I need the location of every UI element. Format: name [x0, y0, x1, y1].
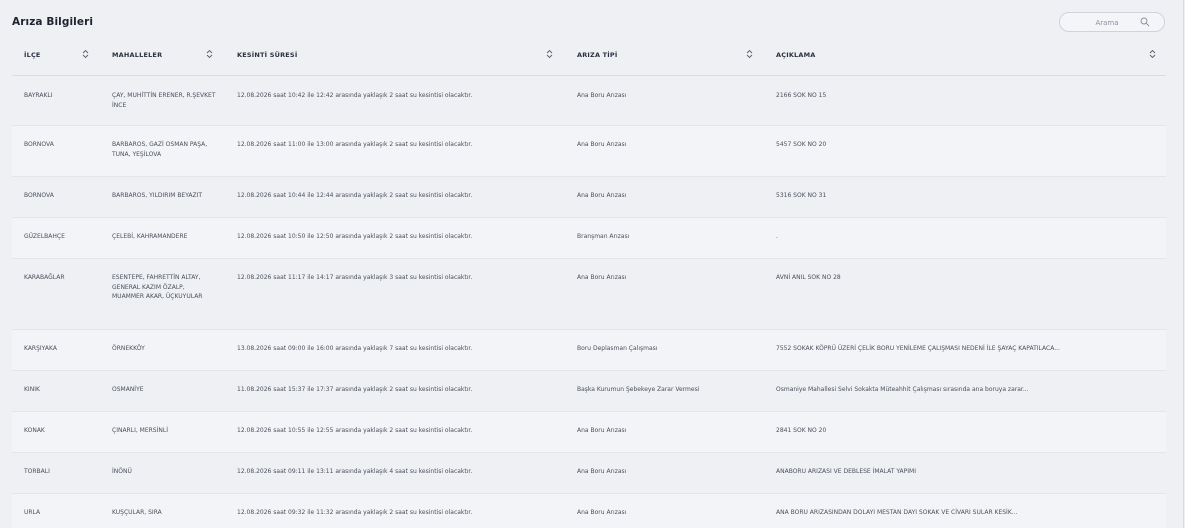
search-box[interactable]: [1059, 12, 1165, 32]
cell-aciklama: 5457 SOK NO 20: [776, 141, 827, 148]
cell-kesinti: 12.08.2026 saat 10:42 ile 12:42 arasında…: [237, 92, 473, 99]
cell-aciklama: 2166 SOK NO 15: [776, 92, 827, 99]
table-row[interactable]: GÜZELBAHÇE ÇELEBİ, KAHRAMANDERE 12.08.20…: [12, 218, 1166, 259]
cell-mahalleler: ÇAY, MUHİTTİN ERENER, R.ŞEVKET İNCE: [112, 92, 216, 109]
table-row[interactable]: BAYRAKLI ÇAY, MUHİTTİN ERENER, R.ŞEVKET …: [12, 76, 1166, 126]
cell-tip: Ana Boru Arızası: [577, 141, 627, 148]
cell-kesinti: 12.08.2026 saat 10:50 ile 12:50 arasında…: [237, 233, 473, 240]
table-row[interactable]: TORBALI İNÖNÜ 12.08.2026 saat 09:11 ile …: [12, 453, 1166, 494]
cell-kesinti: 12.08.2026 saat 10:44 ile 12:44 arasında…: [237, 192, 473, 199]
cell-ilce: KARŞIYAKA: [24, 345, 57, 352]
cell-mahalleler: OSMANİYE: [112, 386, 144, 393]
table-row[interactable]: KINIK OSMANİYE 11.08.2026 saat 15:37 ile…: [12, 371, 1166, 412]
cell-aciklama: .: [776, 233, 778, 240]
cell-kesinti: 12.08.2026 saat 11:00 ile 13:00 arasında…: [237, 141, 473, 148]
column-header-mahalleler[interactable]: MAHALLELER: [112, 51, 162, 59]
cell-ilce: TORBALI: [24, 468, 50, 475]
cell-kesinti: 13.08.2026 saat 09:00 ile 16:00 arasında…: [237, 345, 473, 352]
fault-table: İLÇE MAHALLELER KESİNTİ SÜRESİ ARIZA TİP…: [12, 40, 1166, 528]
column-header-tip[interactable]: ARIZA TİPİ: [577, 51, 618, 59]
table-header: İLÇE MAHALLELER KESİNTİ SÜRESİ ARIZA TİP…: [12, 40, 1166, 76]
cell-aciklama: ANABORU ARIZASI VE DEBLESE İMALAT YAPIMI: [776, 468, 916, 475]
cell-ilce: KARABAĞLAR: [24, 274, 65, 281]
cell-ilce: BAYRAKLI: [24, 92, 53, 99]
cell-tip: Ana Boru Arızası: [577, 509, 627, 516]
table-row[interactable]: KONAK ÇINARLI, MERSİNLİ 12.08.2026 saat …: [12, 412, 1166, 453]
cell-tip: Branşman Arızası: [577, 233, 630, 240]
sort-icon[interactable]: [1149, 49, 1156, 59]
cell-mahalleler: KUŞÇULAR, SIRA: [112, 509, 162, 516]
sort-icon[interactable]: [546, 49, 553, 59]
column-header-aciklama[interactable]: AÇIKLAMA: [776, 51, 816, 59]
cell-kesinti: 12.08.2026 saat 11:17 ile 14:17 arasında…: [237, 274, 473, 281]
sort-icon[interactable]: [746, 49, 753, 59]
cell-tip: Boru Deplasman Çalışması: [577, 345, 658, 352]
cell-aciklama: 2841 SOK NO 20: [776, 427, 827, 434]
column-header-ilce[interactable]: İLÇE: [24, 51, 41, 59]
cell-ilce: BORNOVA: [24, 192, 54, 199]
cell-tip: Ana Boru Arızası: [577, 92, 627, 99]
cell-ilce: KONAK: [24, 427, 45, 434]
table-row[interactable]: KARŞIYAKA ÖRNEKKÖY 13.08.2026 saat 09:00…: [12, 330, 1166, 371]
cell-ilce: URLA: [24, 509, 41, 516]
cell-mahalleler: İNÖNÜ: [112, 468, 132, 475]
table-row[interactable]: BORNOVA BARBAROS, GAZİ OSMAN PAŞA, TUNA,…: [12, 126, 1166, 177]
cell-kesinti: 12.08.2026 saat 09:11 ile 13:11 arasında…: [237, 468, 473, 475]
cell-tip: Ana Boru Arızası: [577, 468, 627, 475]
cell-aciklama: AVNİ ANIL SOK NO 28: [776, 274, 841, 281]
cell-ilce: GÜZELBAHÇE: [24, 233, 65, 240]
column-header-kesinti[interactable]: KESİNTİ SÜRESİ: [237, 51, 297, 59]
table-row[interactable]: URLA KUŞÇULAR, SIRA 12.08.2026 saat 09:3…: [12, 494, 1166, 528]
cell-tip: Ana Boru Arızası: [577, 192, 627, 199]
cell-mahalleler: ÇELEBİ, KAHRAMANDERE: [112, 233, 188, 240]
cell-mahalleler: ÖRNEKKÖY: [112, 345, 145, 352]
sort-icon[interactable]: [82, 49, 89, 59]
cell-tip: Ana Boru Arızası: [577, 274, 627, 281]
cell-aciklama: Osmaniye Mahallesi Selvi Sokakta Müteahh…: [776, 386, 1029, 393]
table-row[interactable]: BORNOVA BARBAROS, YILDIRIM BEYAZIT 12.08…: [12, 177, 1166, 218]
cell-mahalleler: ESENTEPE, FAHRETTİN ALTAY, GENERAL KAZIM…: [112, 274, 203, 300]
cell-aciklama: ANA BORU ARIZASINDAN DOLAYI MESTAN DAYI …: [776, 509, 1018, 516]
cell-aciklama: 5316 SOK NO 31: [776, 192, 827, 199]
page-title: Arıza Bilgileri: [12, 16, 94, 28]
cell-mahalleler: ÇINARLI, MERSİNLİ: [112, 427, 168, 434]
cell-tip: Ana Boru Arızası: [577, 427, 627, 434]
search-input[interactable]: [1070, 16, 1144, 30]
cell-aciklama: 7552 SOKAK KÖPRÜ ÜZERİ ÇELİK BORU YENİLE…: [776, 345, 1060, 352]
cell-mahalleler: BARBAROS, GAZİ OSMAN PAŞA, TUNA, YEŞİLOV…: [112, 141, 208, 158]
cell-mahalleler: BARBAROS, YILDIRIM BEYAZIT: [112, 192, 203, 199]
cell-ilce: KINIK: [24, 386, 40, 393]
search-icon[interactable]: [1140, 17, 1150, 27]
cell-ilce: BORNOVA: [24, 141, 54, 148]
cell-kesinti: 12.08.2026 saat 09:32 ile 11:32 arasında…: [237, 509, 473, 516]
table-row[interactable]: KARABAĞLAR ESENTEPE, FAHRETTİN ALTAY, GE…: [12, 259, 1166, 330]
cell-kesinti: 11.08.2026 saat 15:37 ile 17:37 arasında…: [237, 386, 473, 393]
cell-tip: Başka Kurumun Şebekeye Zarar Vermesi: [577, 386, 700, 393]
cell-kesinti: 12.08.2026 saat 10:55 ile 12:55 arasında…: [237, 427, 473, 434]
fault-info-panel: Arıza Bilgileri İLÇE MAHALLELER KESİNTİ …: [0, 0, 1184, 528]
sort-icon[interactable]: [206, 49, 213, 59]
